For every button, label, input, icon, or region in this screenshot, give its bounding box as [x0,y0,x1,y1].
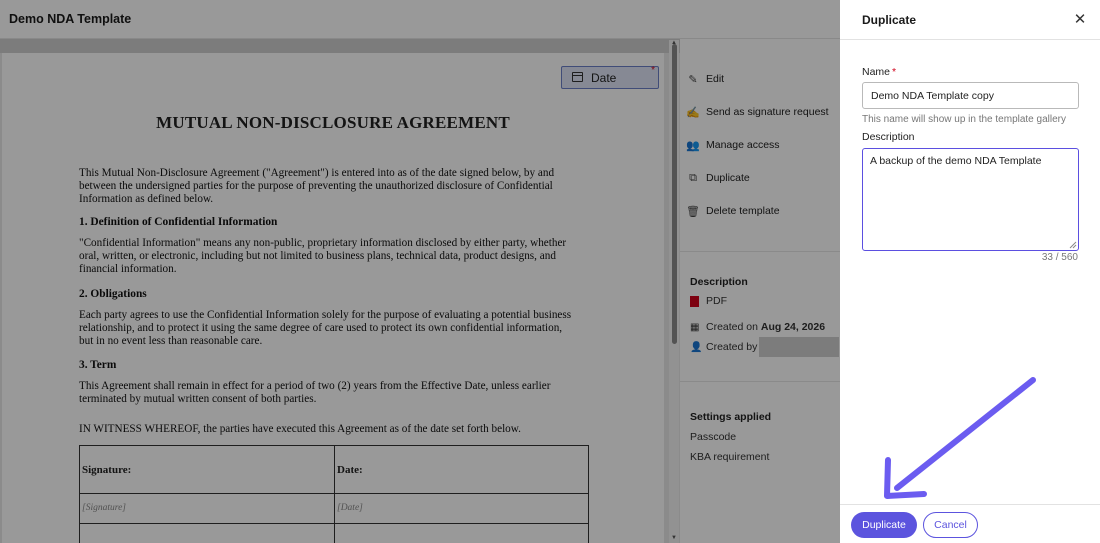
close-icon[interactable]: ✕ [1072,12,1088,28]
description-textarea[interactable]: A backup of the demo NDA Template [862,148,1079,251]
required-marker: * [892,66,897,78]
dialog-header: Duplicate ✕ [840,0,1100,40]
name-label-text: Name [862,66,891,78]
duplicate-dialog: Duplicate ✕ Name* This name will show up… [840,0,1100,543]
modal-backdrop[interactable] [0,0,840,543]
name-input[interactable] [862,82,1079,109]
description-label: Description [862,131,915,143]
name-label: Name * [862,66,896,78]
character-counter: 33 / 560 [1041,252,1078,263]
name-hint: This name will show up in the template g… [862,114,1066,125]
duplicate-button[interactable]: Duplicate [851,512,917,538]
dialog-footer: Duplicate Cancel [840,504,1100,543]
resize-handle-icon[interactable] [1069,241,1077,249]
dialog-title: Duplicate [862,13,917,27]
cancel-button[interactable]: Cancel [923,512,978,538]
